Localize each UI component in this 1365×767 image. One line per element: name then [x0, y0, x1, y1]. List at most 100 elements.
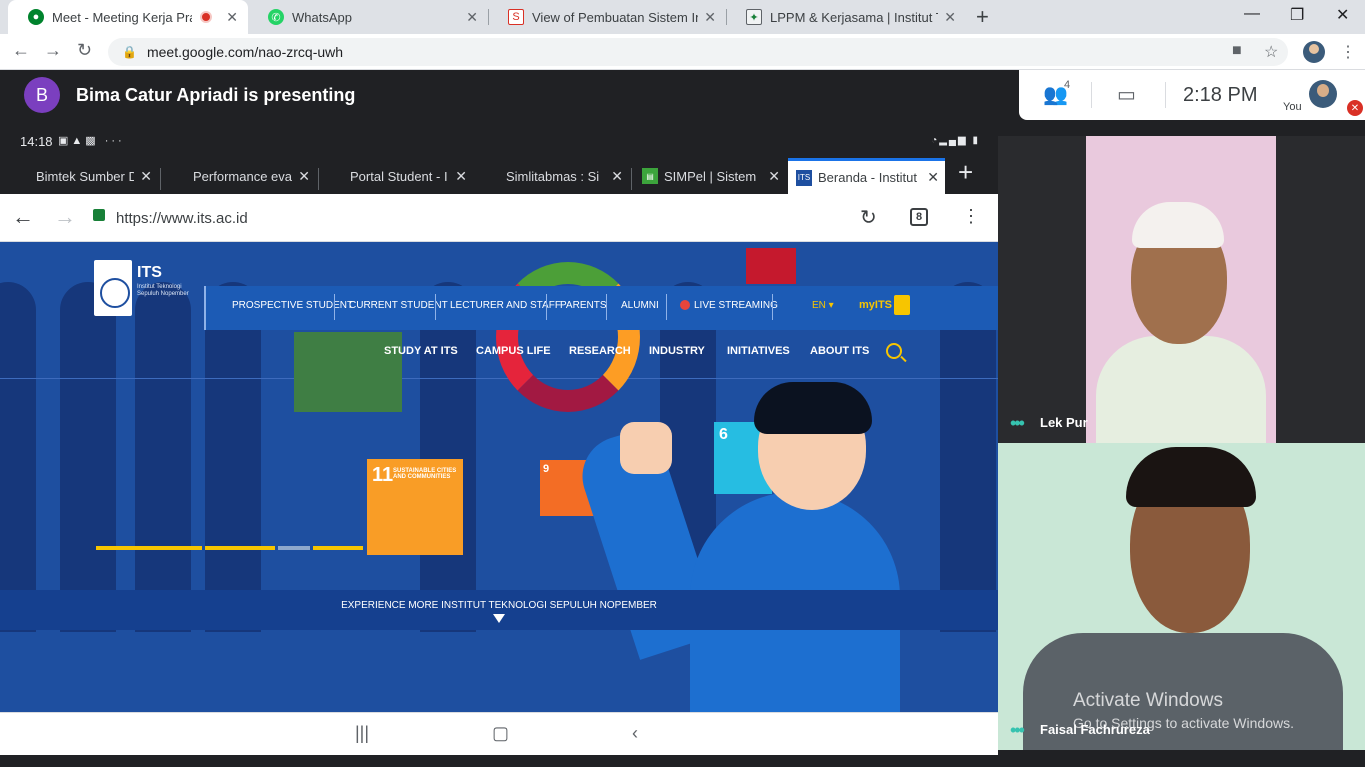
its-logo[interactable] [94, 260, 132, 316]
reload-icon[interactable]: ↻ [77, 40, 92, 61]
divider [1091, 82, 1092, 108]
participant-menu-icon[interactable]: ••• [1010, 413, 1025, 434]
phone-browser-tabs: Bimtek Sumber D ✕ Performance eva ✕ Portal… [0, 154, 998, 194]
chat-icon[interactable]: ▭ [1117, 82, 1136, 107]
decor-shape [420, 282, 476, 632]
sdg-wheel-graphic [496, 262, 640, 412]
bookmark-star-icon[interactable]: ☆ [1264, 42, 1278, 62]
tab-lppm[interactable]: ✦ LPPM & Kerjasama | Institut Teknologi … [726, 0, 966, 34]
its-top-nav: PROSPECTIVE STUDENT CURRENT STUDENT LECT… [204, 286, 998, 330]
tab-title: WhatsApp [292, 9, 352, 25]
myits-link[interactable]: myITS [859, 299, 892, 311]
tab-view-pembuatan[interactable]: S View of Pembuatan Sistem Informasi ✕ [488, 0, 726, 34]
tab-title: View of Pembuatan Sistem Informasi [532, 9, 698, 25]
nav-live-streaming[interactable]: LIVE STREAMING [694, 300, 778, 311]
its-website: ITS Institut Teknologi Sepuluh Nopember … [0, 242, 998, 712]
decor-shape [60, 282, 116, 632]
phone-tab[interactable]: Bimtek Sumber D ✕ [28, 158, 158, 194]
back-icon[interactable]: ← [12, 204, 34, 230]
minimize-icon[interactable]: — [1244, 5, 1260, 23]
experience-band[interactable]: EXPERIENCE MORE INSTITUT TEKNOLOGI SEPUL… [0, 590, 998, 630]
close-window-icon[interactable]: ✕ [1336, 5, 1349, 25]
nav-campus-life[interactable]: CAMPUS LIFE [476, 345, 551, 357]
participant-menu-icon[interactable]: ••• [1010, 720, 1025, 741]
tab-whatsapp[interactable]: ✆ WhatsApp ✕ [248, 0, 488, 34]
close-tab-icon[interactable]: ✕ [611, 168, 623, 185]
nav-lecturer-staff[interactable]: LECTURER AND STAFF [450, 300, 561, 311]
phone-tab[interactable]: Performance eva ✕ [185, 158, 316, 194]
participant-tile[interactable]: Activate Windows Go to Settings to activ… [998, 443, 1365, 750]
close-tab-icon[interactable]: ✕ [704, 9, 716, 26]
forward-icon[interactable]: → [54, 204, 76, 230]
nav-industry[interactable]: INDUSTRY [649, 345, 705, 357]
close-tab-icon[interactable]: ✕ [140, 168, 152, 185]
scroll-down-icon[interactable] [493, 614, 505, 623]
nav-about-its[interactable]: ABOUT ITS [810, 345, 869, 357]
tab-divider [160, 168, 161, 190]
phone-tab[interactable]: ▤ SIMPel | Sistem ✕ [634, 158, 786, 194]
nav-study-at-its[interactable]: STUDY AT ITS [384, 345, 458, 357]
nav-initiatives[interactable]: INITIATIVES [727, 345, 790, 357]
close-tab-icon[interactable]: ✕ [768, 168, 780, 185]
sdg11-graphic: 11 SUSTAINABLE CITIES AND COMMUNITIES [367, 459, 463, 555]
close-tab-icon[interactable]: ✕ [226, 9, 238, 26]
browser-menu-icon[interactable]: ⋮ [1340, 42, 1356, 62]
its-logo-subtext: Institut Teknologi Sepuluh Nopember [137, 284, 189, 297]
home-icon[interactable]: ▢ [492, 723, 509, 744]
sdg11-number: 11 [372, 464, 394, 486]
address-bar[interactable]: 🔒 meet.google.com/nao-zrcq-uwh [108, 38, 1288, 66]
phone-tab-title: Portal Student - I [350, 168, 448, 184]
self-video-thumbnail[interactable] [1309, 80, 1337, 108]
tab-title: LPPM & Kerjasama | Institut Teknologi [770, 9, 938, 25]
participant-video [1086, 136, 1276, 443]
language-select[interactable]: EN ▾ [812, 300, 834, 311]
phone-tab-title: Simlitabmas : Si [506, 168, 600, 184]
decor-line [313, 546, 363, 550]
phone-tab-title: Performance eva [193, 168, 292, 184]
windows-watermark-title: Activate Windows [1073, 690, 1223, 711]
tab-count[interactable]: 8 [910, 208, 928, 226]
phone-tab[interactable]: Simlitabmas : Si ✕ [498, 158, 629, 194]
sdg11-label: SUSTAINABLE CITIES AND COMMUNITIES [393, 468, 457, 480]
nav-parents[interactable]: PARENTS [560, 300, 607, 311]
android-back-icon[interactable]: ‹ [632, 723, 638, 744]
presenter-avatar: B [24, 77, 60, 113]
phone-tab-active[interactable]: ITS Beranda - Institut ✕ [788, 158, 945, 194]
participant-tile[interactable]: ••• Lek Pur [998, 136, 1365, 443]
sdg9-number: 9 [543, 463, 550, 475]
phone-status-bar: 14:18 ▣▲▩ ··· ◔▂▄▆ ▮ [0, 130, 998, 154]
browser-toolbar: ← → ↻ 🔒 meet.google.com/nao-zrcq-uwh ■ ☆… [0, 34, 1365, 70]
close-tab-icon[interactable]: ✕ [944, 9, 956, 26]
close-tab-icon[interactable]: ✕ [298, 168, 310, 185]
phone-tab[interactable]: Portal Student - I ✕ [342, 158, 473, 194]
forward-icon[interactable]: → [44, 40, 62, 61]
back-icon[interactable]: ← [12, 40, 30, 61]
tab-meet[interactable]: ● Meet - Meeting Kerja Praktek ✕ [8, 0, 248, 34]
lock-icon[interactable]: 🔒 [122, 45, 137, 59]
nav-research[interactable]: RESEARCH [569, 345, 631, 357]
reload-icon[interactable]: ↻ [860, 205, 877, 230]
simpel-icon: ▤ [642, 168, 658, 184]
myits-user-icon[interactable] [894, 295, 910, 315]
phone-address-bar: ← → https://www.its.ac.id ↻ 8 ⋮ [0, 194, 998, 242]
maximize-icon[interactable]: ❐ [1290, 5, 1304, 25]
close-tab-icon[interactable]: ✕ [455, 168, 467, 185]
new-tab-icon[interactable]: + [958, 157, 973, 188]
profile-avatar[interactable] [1303, 41, 1325, 63]
close-tab-icon[interactable]: ✕ [466, 9, 478, 26]
camera-icon[interactable]: ■ [1232, 42, 1242, 60]
close-tab-icon[interactable]: ✕ [927, 169, 939, 186]
tab-divider [318, 168, 319, 190]
decor-shape [205, 282, 261, 632]
nav-alumni[interactable]: ALUMNI [621, 300, 659, 311]
divider [435, 294, 436, 320]
nav-current-student[interactable]: CURRENT STUDENT [349, 300, 448, 311]
divider [606, 294, 607, 320]
recording-icon [200, 11, 213, 23]
new-tab-icon[interactable]: + [976, 4, 989, 30]
recent-apps-icon[interactable]: ||| [355, 723, 369, 744]
more-menu-icon[interactable]: ⋮ [962, 206, 980, 227]
lppm-icon: ✦ [746, 9, 762, 25]
phone-url[interactable]: https://www.its.ac.id [116, 210, 248, 227]
search-icon[interactable] [886, 343, 902, 359]
